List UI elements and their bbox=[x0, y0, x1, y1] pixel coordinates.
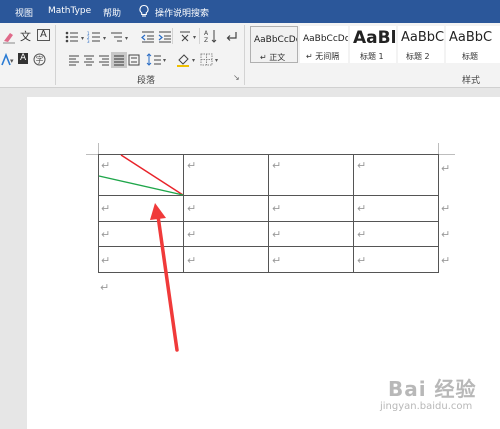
paragraph-mark: ↵ bbox=[100, 281, 110, 294]
cell-end-marker: ↵ bbox=[272, 202, 282, 215]
watermark-url: jingyan.baidu.com bbox=[380, 401, 473, 412]
cell-end-marker: ↵ bbox=[357, 202, 367, 215]
diagonal-red-line bbox=[120, 154, 184, 196]
annotation-arrow bbox=[150, 203, 179, 352]
cell-end-marker: ↵ bbox=[272, 254, 282, 267]
cell-end-marker: ↵ bbox=[357, 254, 367, 267]
cell-end-marker: ↵ bbox=[272, 159, 282, 172]
cell-end-marker: ↵ bbox=[101, 254, 111, 267]
watermark: Bai 经验 jingyan.baidu.com bbox=[380, 373, 477, 412]
cell-end-marker: ↵ bbox=[272, 228, 282, 241]
row-end-marker: ↵ bbox=[441, 228, 451, 241]
watermark-logo: Bai 经验 bbox=[388, 377, 477, 401]
table[interactable] bbox=[0, 0, 500, 429]
row-end-marker: ↵ bbox=[441, 162, 451, 175]
cell-end-marker: ↵ bbox=[101, 228, 111, 241]
cell-end-marker: ↵ bbox=[187, 254, 197, 267]
row-end-marker: ↵ bbox=[441, 202, 451, 215]
cell-end-marker: ↵ bbox=[187, 228, 197, 241]
diagonal-green-line bbox=[98, 175, 184, 196]
cell-end-marker: ↵ bbox=[187, 159, 197, 172]
row-end-marker: ↵ bbox=[441, 254, 451, 267]
cell-end-marker: ↵ bbox=[101, 202, 111, 215]
cell-end-marker: ↵ bbox=[101, 159, 111, 172]
cell-end-marker: ↵ bbox=[187, 202, 197, 215]
cell-end-marker: ↵ bbox=[357, 159, 367, 172]
cell-end-marker: ↵ bbox=[357, 228, 367, 241]
